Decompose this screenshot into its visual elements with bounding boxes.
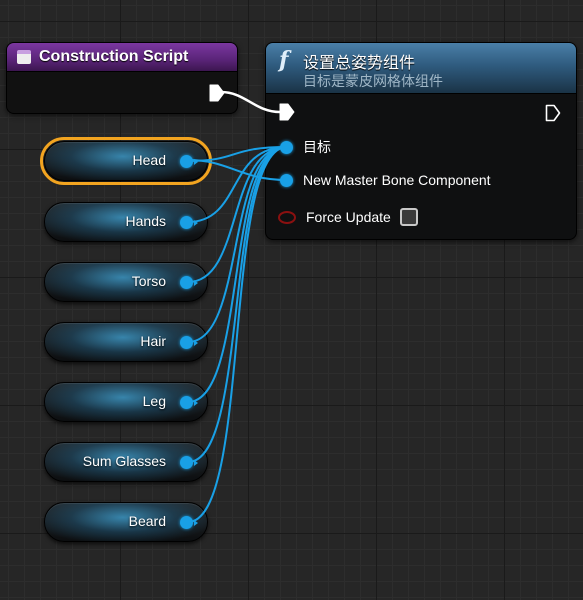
force-update-pin-label: Force Update	[306, 209, 391, 225]
master-bone-pin[interactable]	[280, 173, 293, 187]
force-update-pin-row[interactable]: Force Update	[278, 207, 418, 227]
variable-output-pin[interactable]	[180, 336, 198, 349]
function-node-subtitle: 目标是蒙皮网格体组件	[303, 73, 443, 89]
master-bone-pin-row[interactable]: New Master Bone Component	[280, 170, 491, 190]
target-pin-label: 目标	[303, 139, 331, 155]
variable-output-pin[interactable]	[180, 216, 198, 229]
function-node-header: f 设置总姿势组件 目标是蒙皮网格体组件	[266, 43, 576, 94]
variable-output-pin[interactable]	[180, 516, 198, 529]
exec-output-pin[interactable]	[209, 84, 225, 102]
variable-node-hair[interactable]: Hair	[44, 322, 208, 362]
variable-label: Hair	[140, 333, 166, 349]
variable-node-leg[interactable]: Leg	[44, 382, 208, 422]
variable-label: Torso	[131, 273, 166, 289]
construction-script-icon	[17, 50, 31, 64]
variable-output-pin[interactable]	[180, 396, 198, 409]
variable-label: Leg	[142, 393, 166, 409]
variable-output-pin[interactable]	[180, 155, 198, 168]
exec-input-pin[interactable]	[279, 103, 295, 121]
force-update-checkbox[interactable]	[399, 208, 418, 226]
variable-label: Sum Glasses	[82, 453, 166, 469]
target-pin[interactable]	[280, 140, 293, 154]
variable-label: Head	[132, 152, 166, 168]
function-f-icon: f	[279, 47, 289, 73]
variable-label: Beard	[128, 513, 166, 529]
construction-script-node[interactable]: Construction Script	[6, 42, 238, 114]
function-node-title: 设置总姿势组件	[303, 55, 416, 72]
construction-script-title: Construction Script	[39, 48, 189, 65]
variable-node-head[interactable]: Head	[40, 137, 212, 185]
exec-output-pin-then[interactable]	[545, 104, 561, 122]
target-pin-row[interactable]: 目标	[280, 137, 331, 157]
force-update-pin[interactable]	[278, 210, 296, 224]
master-bone-pin-label: New Master Bone Component	[303, 172, 491, 188]
variable-node-torso[interactable]: Torso	[44, 262, 208, 302]
set-master-pose-component-node[interactable]: f 设置总姿势组件 目标是蒙皮网格体组件 目标 New Master Bone …	[265, 42, 577, 240]
variable-label: Hands	[125, 213, 166, 229]
variable-node-beard[interactable]: Beard	[44, 502, 208, 542]
variable-output-pin[interactable]	[180, 276, 198, 289]
variable-node-sum-glasses[interactable]: Sum Glasses	[44, 442, 208, 482]
variable-output-pin[interactable]	[180, 456, 198, 469]
construction-script-header: Construction Script	[7, 43, 237, 72]
variable-node-hands[interactable]: Hands	[44, 202, 208, 242]
